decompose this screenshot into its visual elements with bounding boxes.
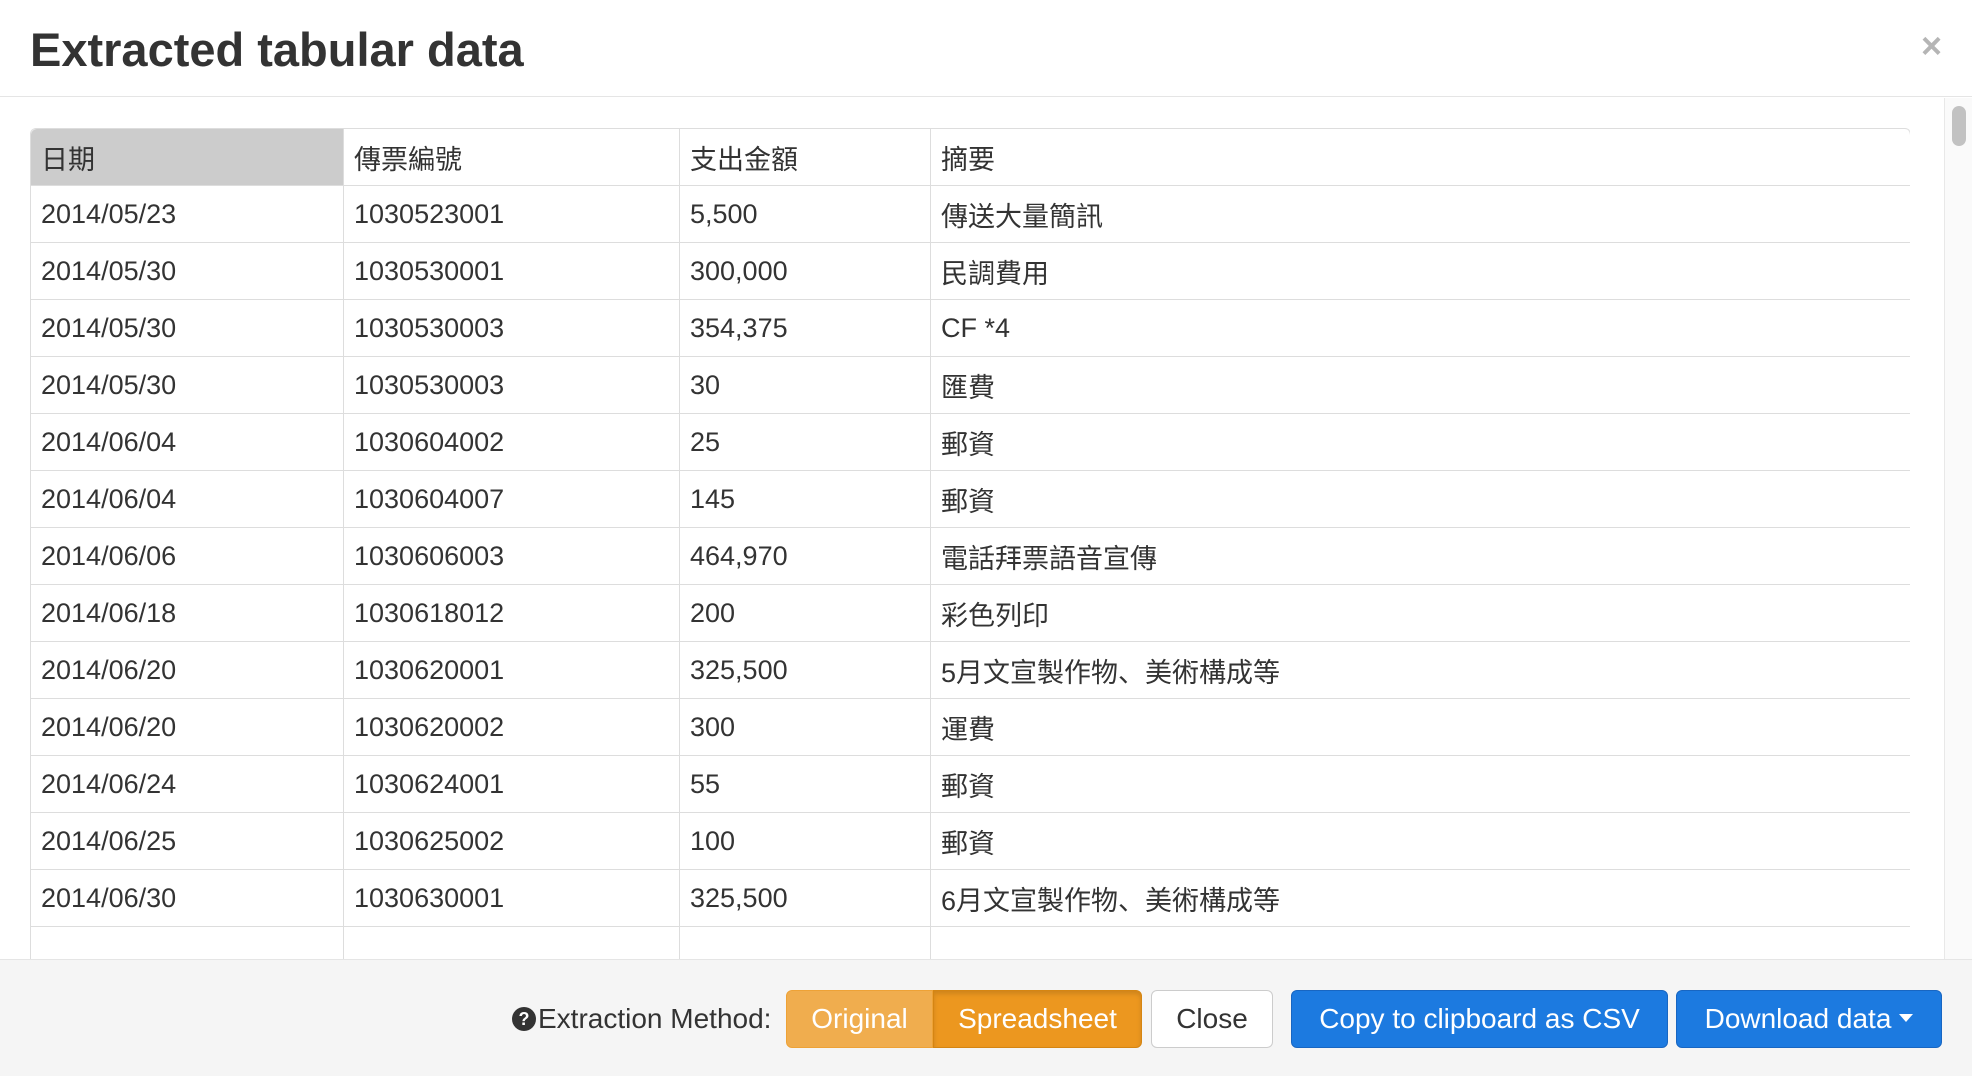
table-row: 2014/06/25 1030625002 100 郵資 bbox=[31, 813, 1910, 870]
table-row: 2014/06/04 1030604007 145 郵資 bbox=[31, 471, 1910, 528]
cell-date: 2014/06/18 bbox=[31, 585, 344, 642]
cell-summary: 郵資 bbox=[931, 756, 1910, 813]
extraction-method-toggle: Original Spreadsheet bbox=[786, 990, 1142, 1048]
table-row: 2014/06/30 1030630001 325,500 6月文宣製作物、美術構成等 bbox=[31, 870, 1910, 927]
vertical-scrollbar[interactable] bbox=[1944, 98, 1972, 960]
table-body: 2014/05/23 1030523001 5,500 傳送大量簡訊 2014/05/… bbox=[31, 186, 1910, 960]
caret-down-icon bbox=[1899, 1013, 1914, 1022]
cell-amount: 30 bbox=[680, 357, 931, 414]
cell-summary: 郵資 bbox=[931, 813, 1910, 870]
cell-summary: 郵資 bbox=[931, 471, 1910, 528]
table-row: 2014/06/04 1030604002 25 郵資 bbox=[31, 414, 1910, 471]
column-header-summary[interactable]: 摘要 bbox=[931, 129, 1910, 186]
close-button[interactable]: Close bbox=[1151, 990, 1273, 1048]
cell-date: 2014/05/23 bbox=[31, 186, 344, 243]
modal-header: Extracted tabular data × bbox=[0, 0, 1972, 97]
download-data-label: Download data bbox=[1704, 1003, 1892, 1034]
table-row bbox=[31, 927, 1910, 960]
copy-csv-button[interactable]: Copy to clipboard as CSV bbox=[1291, 990, 1668, 1048]
cell-amount: 200 bbox=[680, 585, 931, 642]
column-header-date[interactable]: 日期 bbox=[31, 129, 344, 186]
cell-summary: 彩色列印 bbox=[931, 585, 1910, 642]
cell-date bbox=[31, 927, 344, 960]
cell-date: 2014/06/24 bbox=[31, 756, 344, 813]
cell-date: 2014/05/30 bbox=[31, 243, 344, 300]
cell-amount: 55 bbox=[680, 756, 931, 813]
table-row: 2014/05/30 1030530003 30 匯費 bbox=[31, 357, 1910, 414]
cell-voucher: 1030625002 bbox=[344, 813, 680, 870]
cell-date: 2014/05/30 bbox=[31, 300, 344, 357]
cell-summary: 民調費用 bbox=[931, 243, 1910, 300]
cell-amount: 25 bbox=[680, 414, 931, 471]
cell-voucher: 1030620002 bbox=[344, 699, 680, 756]
table-row: 2014/06/06 1030606003 464,970 電話拜票語音宣傳 bbox=[31, 528, 1910, 585]
column-header-amount[interactable]: 支出金額 bbox=[680, 129, 931, 186]
table-container: 日期 傳票編號 支出金額 摘要 2014/05/23 1030523001 5,50… bbox=[30, 128, 1910, 960]
cell-amount: 100 bbox=[680, 813, 931, 870]
table-row: 2014/06/18 1030618012 200 彩色列印 bbox=[31, 585, 1910, 642]
cell-voucher: 1030630001 bbox=[344, 870, 680, 927]
extraction-method-text: Extraction Method: bbox=[538, 1003, 772, 1034]
extraction-method-label: ? Extraction Method: bbox=[512, 1002, 771, 1036]
cell-date: 2014/06/25 bbox=[31, 813, 344, 870]
table-row: 2014/05/30 1030530001 300,000 民調費用 bbox=[31, 243, 1910, 300]
cell-summary: 匯費 bbox=[931, 357, 1910, 414]
cell-summary: 5月文宣製作物、美術構成等 bbox=[931, 642, 1910, 699]
cell-amount: 145 bbox=[680, 471, 931, 528]
cell-date: 2014/06/04 bbox=[31, 414, 344, 471]
cell-amount: 325,500 bbox=[680, 642, 931, 699]
column-header-voucher[interactable]: 傳票編號 bbox=[344, 129, 680, 186]
scrollbar-thumb[interactable] bbox=[1952, 106, 1966, 146]
cell-voucher: 1030620001 bbox=[344, 642, 680, 699]
cell-summary: 6月文宣製作物、美術構成等 bbox=[931, 870, 1910, 927]
cell-amount: 354,375 bbox=[680, 300, 931, 357]
modal-title: Extracted tabular data bbox=[30, 23, 524, 76]
cell-voucher: 1030604002 bbox=[344, 414, 680, 471]
question-circle-icon[interactable]: ? bbox=[512, 1007, 536, 1031]
cell-summary: 運費 bbox=[931, 699, 1910, 756]
download-data-button[interactable]: Download data bbox=[1676, 990, 1942, 1048]
data-table: 日期 傳票編號 支出金額 摘要 2014/05/23 1030523001 5,50… bbox=[30, 128, 1910, 960]
table-row: 2014/05/23 1030523001 5,500 傳送大量簡訊 bbox=[31, 186, 1910, 243]
cell-date: 2014/06/20 bbox=[31, 642, 344, 699]
cell-summary: 郵資 bbox=[931, 414, 1910, 471]
cell-voucher: 1030606003 bbox=[344, 528, 680, 585]
cell-amount: 300 bbox=[680, 699, 931, 756]
table-row: 2014/06/20 1030620002 300 運費 bbox=[31, 699, 1910, 756]
method-original-button[interactable]: Original bbox=[786, 990, 933, 1048]
cell-summary bbox=[931, 927, 1910, 960]
cell-amount: 300,000 bbox=[680, 243, 931, 300]
cell-amount: 5,500 bbox=[680, 186, 931, 243]
table-row: 2014/06/24 1030624001 55 郵資 bbox=[31, 756, 1910, 813]
cell-summary: 傳送大量簡訊 bbox=[931, 186, 1910, 243]
cell-date: 2014/06/20 bbox=[31, 699, 344, 756]
cell-date: 2014/06/06 bbox=[31, 528, 344, 585]
cell-date: 2014/06/04 bbox=[31, 471, 344, 528]
cell-amount: 325,500 bbox=[680, 870, 931, 927]
cell-amount: 464,970 bbox=[680, 528, 931, 585]
cell-summary: 電話拜票語音宣傳 bbox=[931, 528, 1910, 585]
table-row: 2014/05/30 1030530003 354,375 CF *4 bbox=[31, 300, 1910, 357]
cell-voucher: 1030604007 bbox=[344, 471, 680, 528]
cell-voucher: 1030530003 bbox=[344, 300, 680, 357]
cell-date: 2014/05/30 bbox=[31, 357, 344, 414]
close-icon[interactable]: × bbox=[1921, 26, 1942, 66]
modal-body: 日期 傳票編號 支出金額 摘要 2014/05/23 1030523001 5,50… bbox=[0, 98, 1972, 960]
table-header-row: 日期 傳票編號 支出金額 摘要 bbox=[31, 129, 1910, 186]
cell-voucher: 1030618012 bbox=[344, 585, 680, 642]
cell-amount bbox=[680, 927, 931, 960]
cell-date: 2014/06/30 bbox=[31, 870, 344, 927]
table-row: 2014/06/20 1030620001 325,500 5月文宣製作物、美術構成等 bbox=[31, 642, 1910, 699]
modal-footer: ? Extraction Method: Original Spreadshee… bbox=[0, 959, 1972, 1076]
cell-voucher: 1030530003 bbox=[344, 357, 680, 414]
cell-voucher: 1030530001 bbox=[344, 243, 680, 300]
cell-summary: CF *4 bbox=[931, 300, 1910, 357]
cell-voucher bbox=[344, 927, 680, 960]
cell-voucher: 1030624001 bbox=[344, 756, 680, 813]
method-spreadsheet-button[interactable]: Spreadsheet bbox=[933, 990, 1142, 1048]
cell-voucher: 1030523001 bbox=[344, 186, 680, 243]
